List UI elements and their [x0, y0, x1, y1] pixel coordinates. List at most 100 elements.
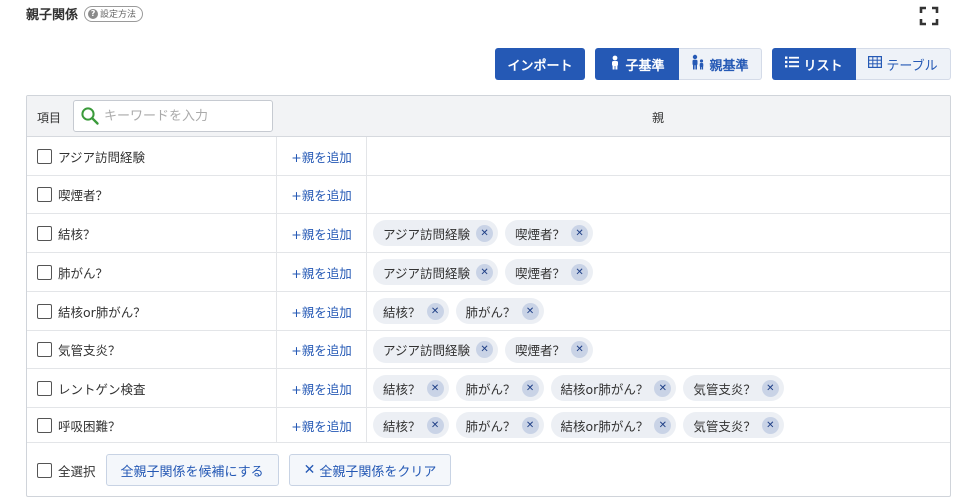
parent-chip-label: 気管支炎？ — [693, 381, 756, 397]
remove-parent-icon[interactable]: ✕ — [476, 224, 494, 242]
item-label: 気管支炎？ — [58, 343, 121, 358]
table-view-button[interactable]: テーブル — [856, 48, 951, 80]
import-button[interactable]: インポート — [495, 48, 585, 80]
parent-chip-label: 喫煙者？ — [515, 343, 566, 358]
remove-parent-icon[interactable]: ✕ — [426, 302, 444, 320]
remove-parent-icon[interactable]: ✕ — [571, 224, 589, 242]
child-based-button[interactable]: 子基準 — [595, 48, 679, 80]
clear-all-button[interactable]: ✕ 全親子関係をクリア — [288, 454, 452, 486]
fullscreen-icon[interactable] — [918, 5, 940, 27]
set-all-candidates-button[interactable]: 全親子関係を候補にする — [105, 454, 279, 486]
parents-cell — [367, 137, 950, 175]
parents-cell — [367, 176, 950, 213]
table-row: 気管支炎？ +親を追加 アジア訪問経験 ✕ 喫煙者？ ✕ — [27, 331, 950, 369]
select-all-checkbox[interactable] — [37, 462, 52, 478]
table-row: 結核or肺がん？ +親を追加 結核？ ✕ 肺がん？ ✕ — [27, 292, 950, 331]
remove-parent-icon[interactable]: ✕ — [476, 341, 494, 358]
item-label: 結核？ — [58, 226, 96, 242]
add-parent-link[interactable]: +親を追加 — [291, 185, 351, 204]
item-label: 結核or肺がん？ — [58, 304, 146, 320]
search-box — [73, 100, 273, 132]
table-row: 結核？ +親を追加 アジア訪問経験 ✕ 喫煙者？ ✕ — [27, 214, 950, 253]
search-input[interactable] — [102, 106, 267, 126]
parent-chip-label: 結核？ — [383, 418, 421, 434]
list-view-button[interactable]: リスト — [772, 48, 856, 80]
parent-chip-label: アジア訪問経験 — [383, 343, 471, 358]
add-parent-link[interactable]: +親を追加 — [291, 224, 351, 243]
table-row: 肺がん？ +親を追加 アジア訪問経験 ✕ 喫煙者？ ✕ — [27, 253, 950, 292]
add-parent-link[interactable]: +親を追加 — [291, 263, 351, 282]
parent-chip-label: 喫煙者？ — [515, 226, 566, 242]
remove-parent-icon[interactable]: ✕ — [426, 379, 444, 397]
parent-chip-label: アジア訪問経験 — [383, 265, 471, 281]
list-icon — [785, 56, 800, 72]
add-parent-link[interactable]: +親を追加 — [291, 302, 351, 321]
parent-column-header: 親 — [652, 111, 665, 125]
table-row: 呼吸困難？ +親を追加 結核？ ✕ 肺がん？ ✕ 結核or肺がん？ ✕ 気管支炎？ ✕ — [27, 408, 950, 443]
page-title: 親子関係 — [26, 8, 79, 23]
parent-chip: 結核？ ✕ — [373, 412, 449, 438]
row-checkbox[interactable] — [37, 417, 52, 433]
parent-chip: アジア訪問経験 ✕ — [373, 220, 499, 246]
row-checkbox[interactable] — [37, 342, 52, 357]
add-cell: +親を追加 — [277, 331, 367, 368]
parent-chip: 喫煙者？ ✕ — [505, 336, 594, 363]
add-cell: +親を追加 — [277, 176, 367, 213]
item-label: 喫煙者？ — [58, 188, 109, 203]
table-row: レントゲン検査 +親を追加 結核？ ✕ 肺がん？ ✕ 結核or肺がん？ ✕ 気管支炎？ ✕ — [27, 369, 950, 408]
row-checkbox[interactable] — [37, 148, 52, 164]
add-parent-link[interactable]: +親を追加 — [291, 379, 351, 398]
row-checkbox[interactable] — [37, 225, 52, 241]
search-icon — [80, 106, 100, 126]
row-checkbox[interactable] — [37, 303, 52, 319]
parent-based-button[interactable]: 親基準 — [679, 48, 762, 80]
remove-parent-icon[interactable]: ✕ — [521, 302, 539, 320]
parents-cell: アジア訪問経験 ✕ 喫煙者？ ✕ — [367, 214, 950, 252]
parent-chip: アジア訪問経験 ✕ — [373, 259, 499, 285]
parent-chip-label: 喫煙者？ — [515, 265, 566, 281]
table-icon — [868, 56, 883, 72]
relation-grid: 項目 親 アジア訪問経験+親を追加喫煙者？+親を追加結核？+親を追加アジア訪問経… — [26, 95, 951, 497]
remove-parent-icon[interactable]: ✕ — [571, 341, 589, 358]
select-all-label: 全選択 — [58, 463, 96, 479]
remove-parent-icon[interactable]: ✕ — [654, 379, 672, 397]
clear-all-label: 全親子関係をクリア — [319, 464, 437, 480]
add-parent-link[interactable]: +親を追加 — [291, 416, 351, 435]
remove-parent-icon[interactable]: ✕ — [761, 379, 779, 397]
row-checkbox[interactable] — [37, 187, 52, 202]
item-cell: アジア訪問経験 — [27, 137, 277, 175]
parent-chip-label: 気管支炎？ — [693, 418, 756, 434]
parent-figure-icon — [691, 54, 705, 74]
remove-parent-icon[interactable]: ✕ — [476, 263, 494, 281]
title-row: 親子関係 ? 設定方法 — [26, 4, 144, 23]
add-cell: +親を追加 — [277, 253, 367, 291]
child-figure-icon — [609, 55, 621, 74]
remove-parent-icon[interactable]: ✕ — [521, 379, 539, 397]
parents-cell: 結核？ ✕ 肺がん？ ✕ 結核or肺がん？ ✕ 気管支炎？ ✕ — [367, 369, 950, 407]
item-cell: 結核or肺がん？ — [27, 292, 277, 330]
parents-cell: アジア訪問経験 ✕ 喫煙者？ ✕ — [367, 331, 950, 368]
parent-chip-label: アジア訪問経験 — [383, 226, 471, 242]
remove-parent-icon[interactable]: ✕ — [426, 416, 444, 434]
view-toggle: リスト テーブル — [772, 48, 951, 80]
remove-parent-icon[interactable]: ✕ — [654, 416, 672, 434]
item-cell: 喫煙者？ — [27, 176, 277, 213]
child-based-label: 子基準 — [625, 58, 665, 74]
remove-parent-icon[interactable]: ✕ — [761, 416, 779, 434]
add-parent-link[interactable]: +親を追加 — [291, 340, 351, 359]
howto-button[interactable]: ? 設定方法 — [84, 5, 144, 22]
item-cell: 結核？ — [27, 214, 277, 252]
howto-label: 設定方法 — [100, 10, 137, 20]
remove-parent-icon[interactable]: ✕ — [571, 263, 589, 281]
add-cell: +親を追加 — [277, 214, 367, 252]
row-checkbox[interactable] — [37, 380, 52, 396]
parent-chip: 結核or肺がん？ ✕ — [550, 412, 677, 438]
row-checkbox[interactable] — [37, 264, 52, 280]
item-cell: 呼吸困難？ — [27, 408, 277, 442]
remove-parent-icon[interactable]: ✕ — [521, 416, 539, 434]
set-all-candidates-label: 全親子関係を候補にする — [120, 464, 264, 480]
add-parent-link[interactable]: +親を追加 — [291, 147, 351, 166]
parent-chip: 肺がん？ ✕ — [455, 412, 544, 438]
item-cell: レントゲン検査 — [27, 369, 277, 407]
list-label: リスト — [803, 58, 843, 74]
